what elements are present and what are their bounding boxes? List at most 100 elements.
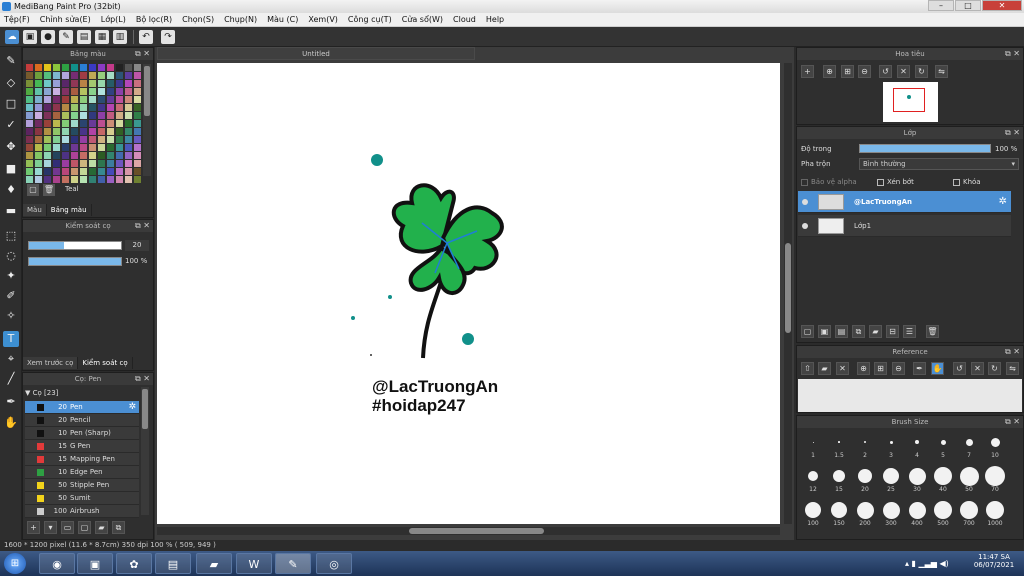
color-swatch[interactable] (116, 72, 123, 79)
color-swatch[interactable] (62, 152, 69, 159)
operation-tool-icon[interactable]: ⌖ (3, 351, 19, 367)
visibility-eye-icon[interactable] (802, 199, 808, 205)
color-swatch[interactable] (89, 168, 96, 175)
select-tool-icon[interactable]: ⬚ (3, 228, 19, 244)
brush-size-option[interactable]: 10 (983, 432, 1007, 459)
menu-item[interactable]: Màu (C) (267, 13, 298, 26)
bucket-tool-icon[interactable]: ♦ (3, 182, 19, 198)
color-swatch[interactable] (62, 80, 69, 87)
color-swatch[interactable] (98, 144, 105, 151)
eraser-tool-icon[interactable]: ◇ (3, 75, 19, 91)
color-swatch[interactable] (35, 136, 42, 143)
color-swatch[interactable] (53, 136, 60, 143)
eyedropper-tool-icon[interactable]: ✒ (3, 394, 19, 410)
color-swatch[interactable] (53, 160, 60, 167)
color-swatch[interactable] (71, 168, 78, 175)
close-button[interactable]: ✕ (982, 0, 1022, 11)
color-swatch[interactable] (26, 120, 33, 127)
color-swatch[interactable] (125, 112, 132, 119)
cloud-icon[interactable]: ☁ (5, 30, 19, 44)
color-swatch[interactable] (116, 120, 123, 127)
panel-close-icon[interactable]: ⧉ ✕ (1005, 127, 1020, 139)
brush-group[interactable]: ▼ Cọ [23] (25, 387, 139, 400)
color-swatch[interactable] (26, 72, 33, 79)
color-swatch[interactable] (80, 64, 87, 71)
layer-settings-gear-icon[interactable]: ✲ (999, 191, 1007, 213)
color-swatch[interactable] (44, 128, 51, 135)
color-swatch[interactable] (44, 96, 51, 103)
layer-opacity-slider[interactable] (859, 144, 991, 153)
color-swatch[interactable] (89, 176, 96, 183)
color-swatch[interactable] (80, 96, 87, 103)
brush-size-option[interactable]: 4 (905, 432, 929, 459)
brush-size-option[interactable]: 12 (801, 466, 825, 493)
color-swatch[interactable] (71, 96, 78, 103)
color-swatch[interactable] (71, 128, 78, 135)
hand-icon[interactable]: ✋ (931, 362, 944, 375)
color-swatch[interactable] (26, 136, 33, 143)
new-color-icon[interactable]: ▢ (27, 184, 39, 196)
color-swatch[interactable] (107, 152, 114, 159)
media-app-icon[interactable]: ▤ (155, 553, 191, 574)
folder-icon[interactable]: ▰ (196, 553, 232, 574)
color-swatch[interactable] (89, 104, 96, 111)
color-swatch[interactable] (44, 80, 51, 87)
color-swatch[interactable] (125, 72, 132, 79)
color-swatch[interactable] (26, 152, 33, 159)
panel-icon[interactable]: ▤ (77, 30, 91, 44)
color-swatch[interactable] (35, 168, 42, 175)
color-swatch[interactable] (98, 120, 105, 127)
color-swatch[interactable] (125, 160, 132, 167)
color-swatch[interactable] (107, 160, 114, 167)
color-swatch[interactable] (71, 88, 78, 95)
color-swatch[interactable] (116, 80, 123, 87)
layer-row-text[interactable]: @LacTruongAn ✲ (798, 191, 1011, 213)
menu-item[interactable]: Help (486, 13, 504, 26)
color-swatch[interactable] (89, 64, 96, 71)
color-swatch[interactable] (125, 168, 132, 175)
color-swatch[interactable] (98, 64, 105, 71)
menu-item[interactable]: Xem(V) (308, 13, 338, 26)
color-swatch[interactable] (62, 72, 69, 79)
protect-alpha-checkbox[interactable]: Bảo vệ alpha (801, 178, 857, 186)
color-swatch[interactable] (35, 176, 42, 183)
color-swatch[interactable] (116, 144, 123, 151)
brush-folder-icon[interactable]: ▰ (95, 521, 108, 534)
color-swatch[interactable] (134, 144, 141, 151)
color-swatch[interactable] (134, 128, 141, 135)
color-swatch[interactable] (125, 120, 132, 127)
color-swatch[interactable] (44, 64, 51, 71)
color-swatch[interactable] (35, 112, 42, 119)
start-button-windows-icon[interactable]: ⊞ (4, 553, 26, 574)
minimize-button[interactable]: – (928, 0, 954, 11)
brush-size-option[interactable]: 3 (879, 432, 903, 459)
color-swatch[interactable] (116, 168, 123, 175)
color-swatch[interactable] (116, 88, 123, 95)
menu-item[interactable]: Bộ lọc(R) (136, 13, 172, 26)
color-swatch[interactable] (62, 120, 69, 127)
blend-select[interactable]: Bình thường ▾ (859, 158, 1019, 170)
reference-upload-icon[interactable]: ⇧ (801, 362, 814, 375)
color-swatch[interactable] (134, 96, 141, 103)
color-swatch[interactable] (53, 168, 60, 175)
gradient-tool-icon[interactable]: ▬ (3, 203, 19, 219)
brush-size-option[interactable]: 150 (827, 500, 851, 527)
color-swatch[interactable] (35, 160, 42, 167)
color-swatch[interactable] (80, 72, 87, 79)
comment-icon[interactable]: ● (41, 30, 55, 44)
color-swatch[interactable] (80, 120, 87, 127)
color-swatch[interactable] (98, 88, 105, 95)
color-swatch[interactable] (62, 64, 69, 71)
color-swatch[interactable] (98, 176, 105, 183)
clipping-checkbox[interactable]: Xén bớt (877, 178, 914, 186)
color-swatch[interactable] (134, 176, 141, 183)
color-swatch[interactable] (125, 104, 132, 111)
color-swatch[interactable] (125, 144, 132, 151)
palette-app-icon[interactable]: ✿ (116, 553, 152, 574)
color-swatch[interactable] (44, 112, 51, 119)
tray-icons[interactable]: ▴ ▮ ▁▃▅ ◀) (905, 559, 949, 568)
palette-scrollbar[interactable] (143, 64, 151, 176)
color-swatch[interactable] (125, 64, 132, 71)
color-swatch[interactable] (134, 152, 141, 159)
brush-size-option[interactable]: 1000 (983, 500, 1007, 527)
